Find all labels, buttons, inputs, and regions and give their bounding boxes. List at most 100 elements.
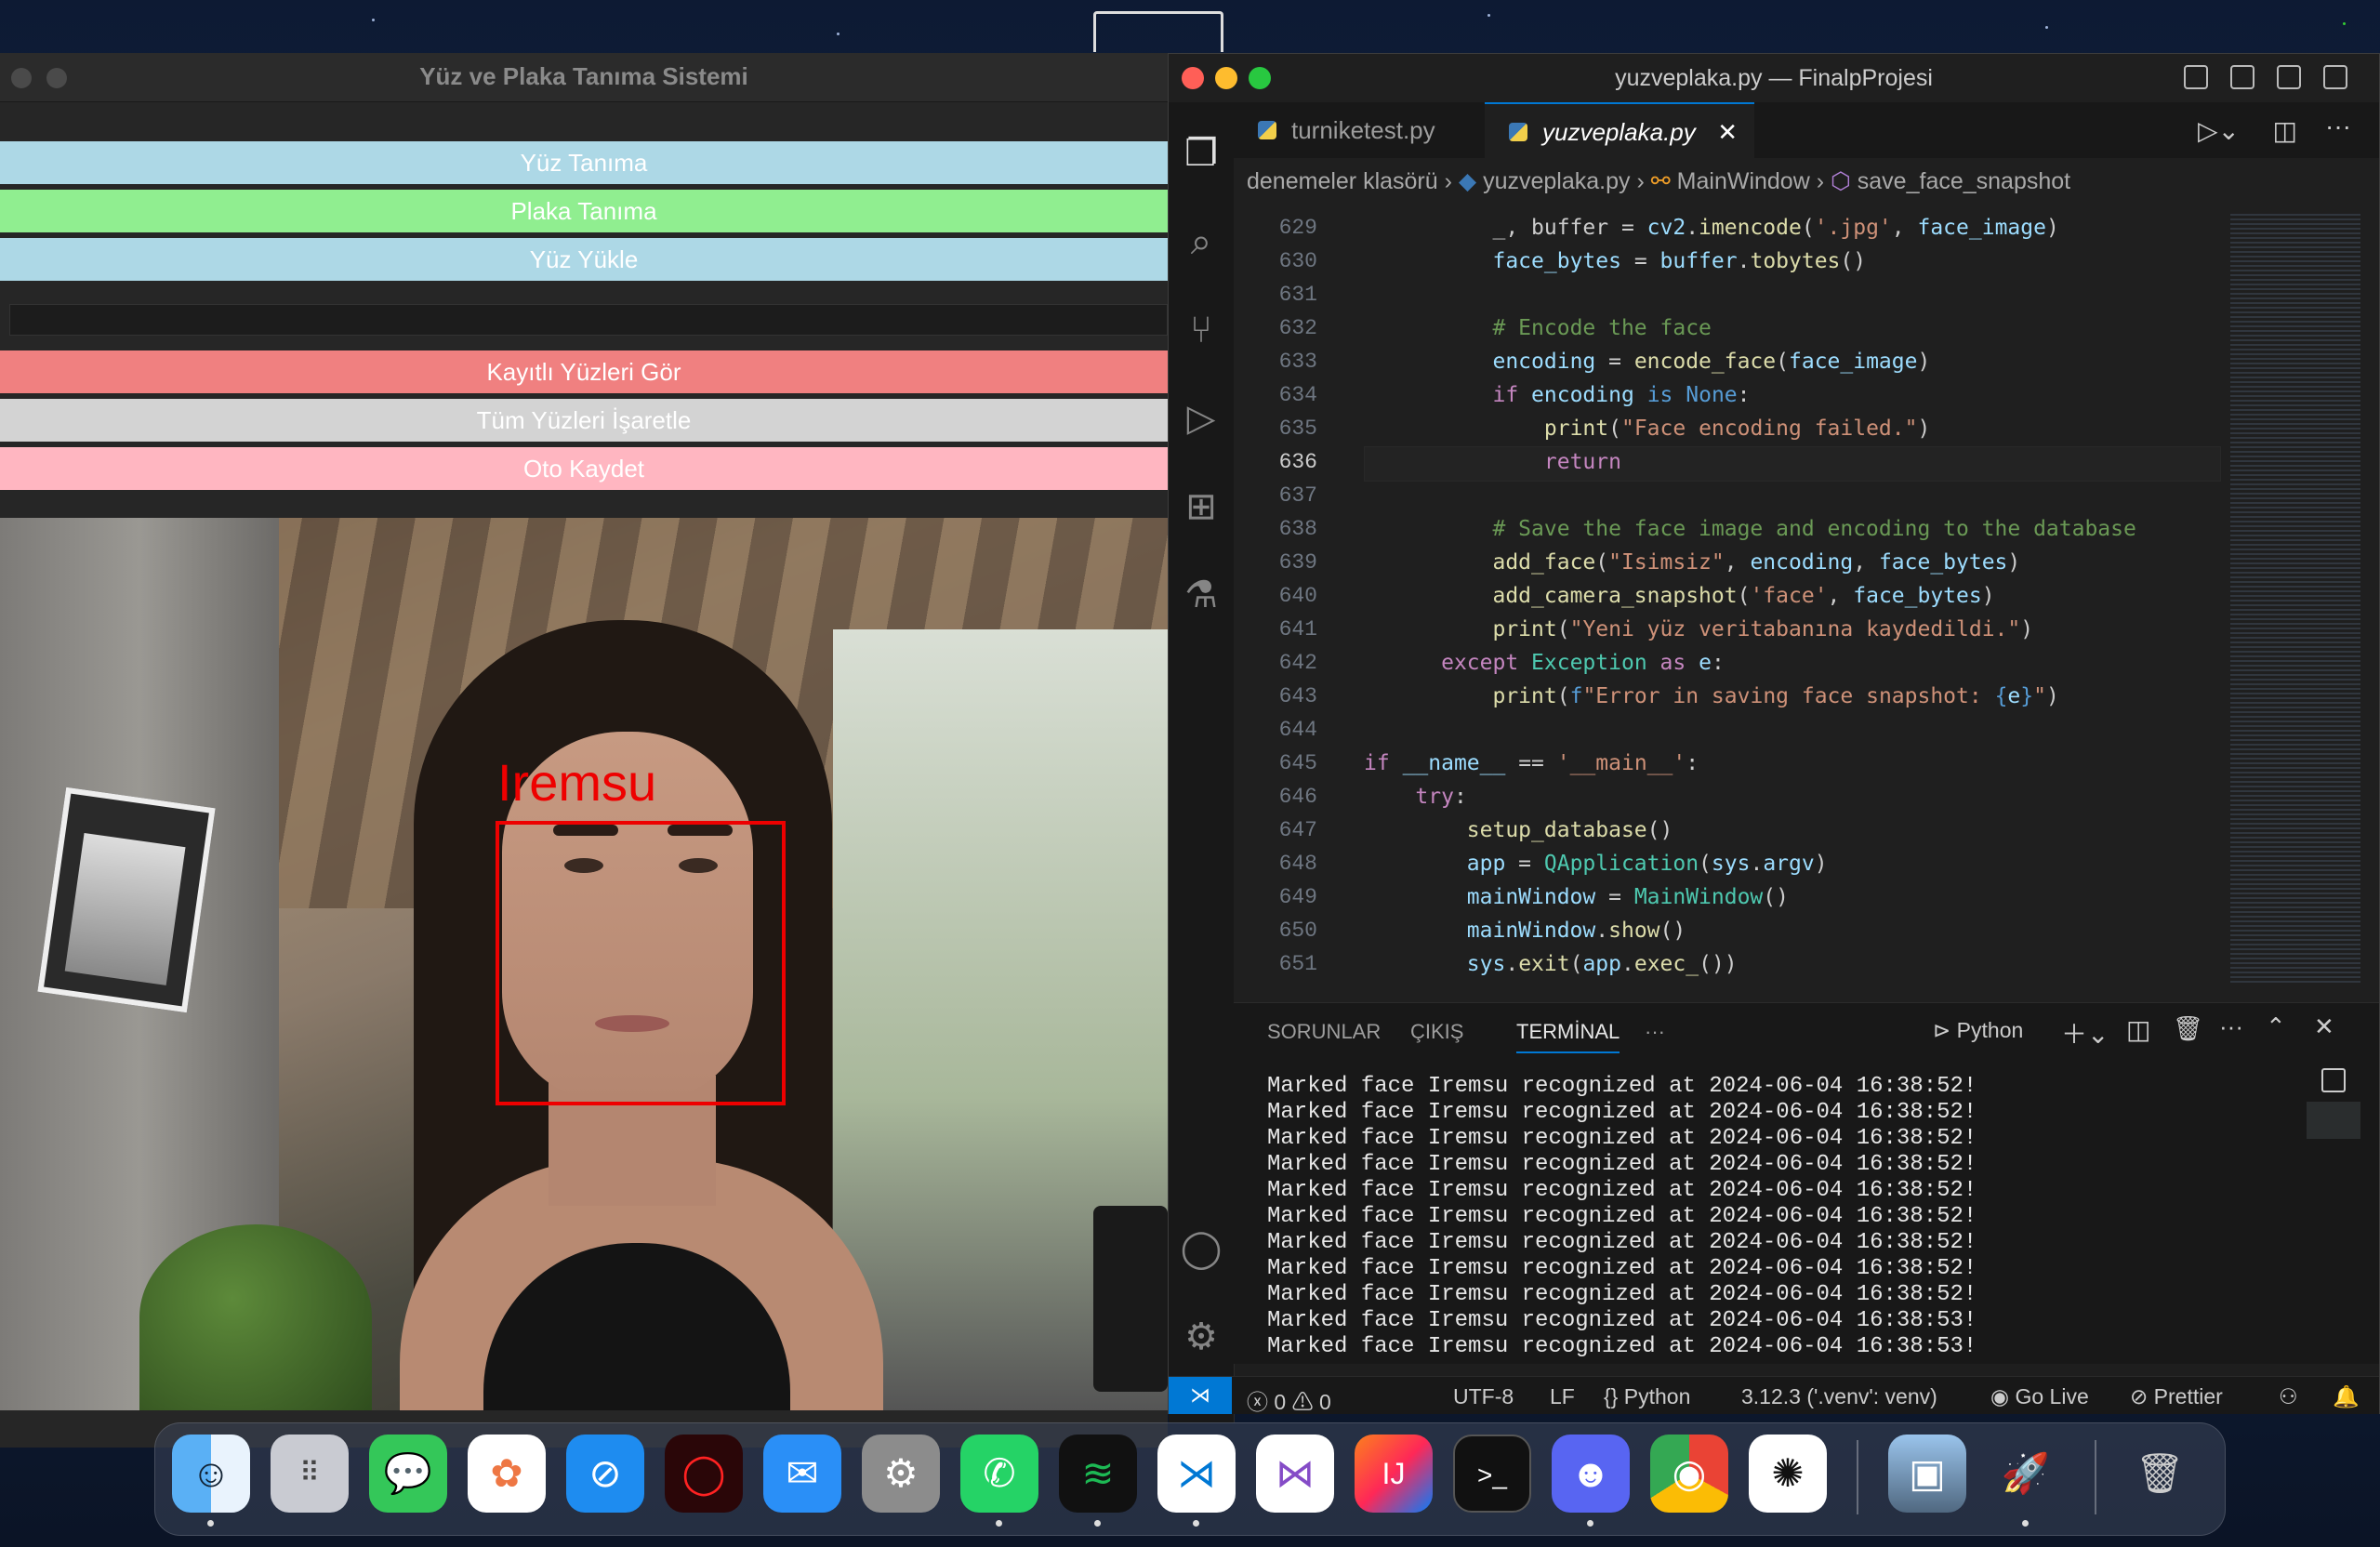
eol-status[interactable]: LF — [1550, 1384, 1575, 1409]
chatgpt-icon[interactable]: ✺ — [1749, 1435, 1827, 1513]
terminal-line: Marked face Iremsu recognized at 2024-06… — [1267, 1256, 1977, 1281]
wall-portrait — [37, 787, 216, 1013]
messages-icon[interactable]: 💬 — [369, 1435, 447, 1513]
status-bar: ⋊ ⓧ 0 ⚠ 0 UTF-8 LF {} Python 3.12.3 ('.v… — [1169, 1376, 2379, 1414]
line-number: 648 — [1278, 852, 1317, 876]
opera-icon[interactable]: ◯ — [665, 1435, 743, 1513]
line-number: 631 — [1278, 283, 1317, 307]
spotify-icon[interactable]: ≋ — [1059, 1435, 1137, 1513]
minimap[interactable] — [2230, 214, 2360, 985]
code-line: add_camera_snapshot('face', face_bytes) — [1492, 584, 1995, 608]
panel-more-icon[interactable]: ··· — [1645, 1020, 1665, 1044]
line-number: 643 — [1278, 684, 1317, 708]
code-line: _, buffer = cv2.imencode('.jpg', face_im… — [1364, 216, 2059, 240]
new-terminal-icon[interactable]: ＋⌄ — [2061, 1014, 2109, 1051]
tab-output[interactable]: ÇIKIŞ — [1410, 1020, 1463, 1044]
discord-icon[interactable]: ☻ — [1552, 1435, 1630, 1513]
view-saved-faces-button[interactable]: Kayıtlı Yüzleri Gör — [0, 350, 1168, 393]
terminal-profile[interactable]: ⊳ Python — [1933, 1018, 2023, 1043]
toggle-sidebar-icon[interactable] — [2184, 65, 2208, 89]
terminal-line: Marked face Iremsu recognized at 2024-06… — [1267, 1230, 1977, 1255]
more-actions-icon[interactable]: ··· — [2325, 112, 2351, 141]
rocket-icon[interactable]: 🚀 — [1987, 1435, 2065, 1513]
terminal-instance-icon[interactable] — [2307, 1102, 2360, 1139]
chevron-right-icon: › — [1816, 168, 1831, 194]
upload-face-button[interactable]: Yüz Yükle — [0, 238, 1168, 281]
mail-icon[interactable]: ✉ — [763, 1435, 841, 1513]
trash-icon[interactable]: 🗑 — [2173, 1014, 2203, 1043]
terminal-line: Marked face Iremsu recognized at 2024-06… — [1267, 1152, 1977, 1177]
code-line: add_face("Isimsiz", encoding, face_bytes… — [1492, 550, 2021, 575]
notifications-bell-icon[interactable]: 🔔 — [2333, 1384, 2360, 1409]
breadcrumb-method[interactable]: save_face_snapshot — [1858, 168, 2070, 194]
breadcrumb-folder[interactable]: denemeler klasörü — [1247, 168, 1438, 194]
line-number: 634 — [1278, 383, 1317, 407]
auto-save-button[interactable]: Oto Kaydet — [0, 447, 1168, 490]
encoding-status[interactable]: UTF-8 — [1453, 1384, 1514, 1409]
code-line: app = QApplication(sys.argv) — [1466, 852, 1828, 876]
plate-recognition-button[interactable]: Plaka Tanıma — [0, 190, 1168, 232]
explorer-icon[interactable]: ❐ — [1178, 130, 1224, 177]
method-icon: ⬡ — [1831, 168, 1858, 194]
prettier-status[interactable]: ⊘ Prettier — [2130, 1384, 2223, 1409]
code-line: print("Yeni yüz veritabanına kaydedildi.… — [1492, 617, 2034, 641]
toggle-secondary-sidebar-icon[interactable] — [2277, 65, 2301, 89]
search-icon[interactable]: ⌕ — [1178, 218, 1224, 265]
whatsapp-icon[interactable]: ✆ — [960, 1435, 1038, 1513]
line-number: 649 — [1278, 885, 1317, 909]
tab-problems[interactable]: SORUNLAR — [1267, 1020, 1381, 1044]
launchpad-icon[interactable]: ⠿ — [271, 1435, 349, 1513]
close-tab-icon[interactable]: ✕ — [1717, 104, 1738, 160]
breadcrumb-file[interactable]: yuzveplaka.py — [1483, 168, 1630, 194]
class-icon: ⚯ — [1650, 168, 1677, 194]
problems-status[interactable]: ⓧ 0 ⚠ 0 — [1247, 1384, 1331, 1416]
vscode-icon[interactable]: ⋊ — [1157, 1435, 1236, 1513]
line-number: 644 — [1278, 718, 1317, 742]
tab-yuzveplaka[interactable]: yuzveplaka.py ✕ — [1485, 102, 1754, 158]
close-panel-icon[interactable]: ✕ — [2314, 1012, 2334, 1041]
system-settings-icon[interactable]: ⚙ — [862, 1435, 940, 1513]
breadcrumb-class[interactable]: MainWindow — [1677, 168, 1810, 194]
testing-icon[interactable]: ⚗ — [1178, 572, 1224, 618]
tab-terminal[interactable]: TERMİNAL — [1516, 1020, 1620, 1053]
terminal-line: Marked face Iremsu recognized at 2024-06… — [1267, 1126, 1977, 1151]
accounts-status-icon[interactable]: ⚇ — [2279, 1384, 2298, 1409]
line-number: 645 — [1278, 751, 1317, 775]
name-input[interactable] — [9, 304, 1168, 336]
run-debug-icon[interactable]: ▷ — [1178, 395, 1224, 442]
terminal-instance-icon[interactable] — [2321, 1068, 2346, 1092]
maximize-panel-icon[interactable]: ⌃ — [2266, 1012, 2286, 1041]
face-recognition-button[interactable]: Yüz Tanıma — [0, 141, 1168, 184]
panel-overflow-icon[interactable]: ··· — [2219, 1012, 2243, 1041]
line-number: 637 — [1278, 483, 1317, 508]
code-line: setup_database() — [1466, 818, 1673, 842]
photos-icon[interactable]: ✿ — [468, 1435, 546, 1513]
activity-bar: ❐ ⌕ ⑂ ▷ ⊞ ⚗ ◯ ⚙ — [1169, 102, 1235, 1422]
intellij-icon[interactable]: IJ — [1355, 1435, 1433, 1513]
terminal-line: Marked face Iremsu recognized at 2024-06… — [1267, 1282, 1977, 1307]
code-editor[interactable]: 629 630 631 632 633 634 635 636 637 638 639 640 641 6… — [1234, 205, 2379, 1002]
finder-icon[interactable]: ☺ — [172, 1435, 250, 1513]
code-line: sys.exit(app.exec_()) — [1466, 952, 1738, 976]
remote-icon[interactable]: ⋊ — [1169, 1377, 1232, 1414]
safari-icon[interactable]: ⊘ — [566, 1435, 644, 1513]
settings-gear-icon[interactable]: ⚙ — [1178, 1314, 1224, 1360]
language-status[interactable]: {} Python — [1604, 1384, 1690, 1409]
preview-icon[interactable]: ▣ — [1888, 1435, 1966, 1513]
customize-layout-icon[interactable] — [2323, 65, 2347, 89]
chrome-icon[interactable]: ◉ — [1650, 1435, 1728, 1513]
tab-turniketest[interactable]: turniketest.py — [1234, 102, 1475, 158]
interpreter-status[interactable]: 3.12.3 ('.venv': venv) — [1741, 1384, 1937, 1409]
accounts-icon[interactable]: ◯ — [1178, 1225, 1224, 1272]
trash-icon[interactable]: 🗑 — [2121, 1435, 2199, 1513]
visual-studio-icon[interactable]: ⋈ — [1256, 1435, 1334, 1513]
split-editor-icon[interactable]: ◫ — [2273, 115, 2297, 146]
split-terminal-icon[interactable]: ◫ — [2126, 1014, 2150, 1045]
toggle-panel-icon[interactable] — [2230, 65, 2254, 89]
source-control-icon[interactable]: ⑂ — [1178, 307, 1224, 353]
extensions-icon[interactable]: ⊞ — [1178, 483, 1224, 530]
terminal-icon[interactable]: >_ — [1453, 1435, 1531, 1513]
mark-all-faces-button[interactable]: Tüm Yüzleri İşaretle — [0, 399, 1168, 442]
go-live-status[interactable]: ◉ Go Live — [1990, 1384, 2089, 1409]
run-python-icon[interactable]: ▷⌄ — [2198, 115, 2240, 146]
